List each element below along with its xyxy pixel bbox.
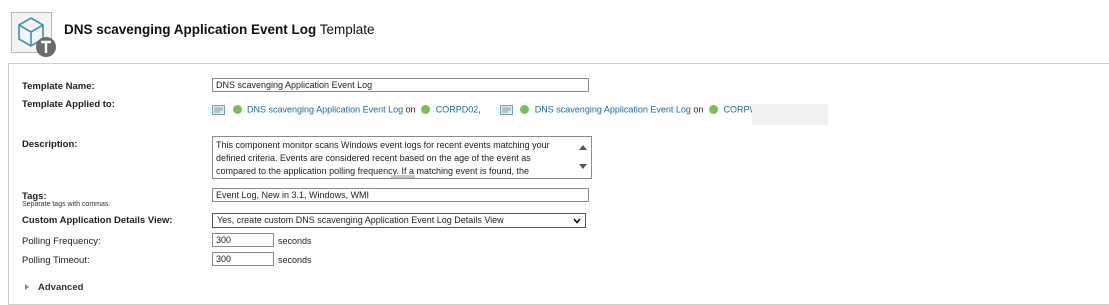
status-up-icon (520, 105, 530, 115)
scroll-up-icon[interactable] (579, 145, 587, 150)
polling-timeout-unit: seconds (278, 255, 312, 265)
page-header: DNS scavenging Application Event Log Tem… (0, 0, 1109, 60)
scroll-down-icon[interactable] (579, 164, 587, 169)
applied-app-link[interactable]: DNS scavenging Application Event Log (535, 105, 691, 115)
polling-frequency-label: Polling Frequency: (22, 236, 101, 247)
applied-on-text: on (405, 104, 416, 115)
resize-handle[interactable] (391, 175, 415, 178)
tags-input[interactable]: Event Log, New in 3.1, Windows, WMI (212, 188, 589, 202)
polling-frequency-input[interactable]: 300 (212, 233, 274, 247)
template-applied-list: DNS scavenging Application Event Log on … (212, 104, 779, 115)
details-view-value: Yes, create custom DNS scavenging Applic… (217, 215, 504, 225)
applied-separator: , (478, 104, 481, 115)
description-label: Description: (22, 139, 78, 150)
tags-hint: Separate tags with commas. (22, 201, 111, 208)
description-text: This component monitor scans Windows eve… (216, 140, 550, 176)
expand-arrow-icon (25, 284, 29, 291)
description-scrollbar[interactable] (575, 137, 591, 178)
details-view-label: Custom Application Details View: (22, 215, 173, 226)
application-icon (212, 104, 225, 115)
applied-node-link[interactable]: CORPD02 (436, 105, 479, 115)
application-icon (499, 104, 513, 115)
template-applied-label: Template Applied to: (22, 99, 115, 110)
template-icon (11, 12, 56, 57)
polling-frequency-unit: seconds (278, 236, 312, 246)
advanced-toggle[interactable]: Advanced (25, 282, 83, 293)
polling-timeout-input[interactable]: 300 (212, 252, 274, 266)
chevron-down-icon (573, 218, 581, 224)
status-up-icon (708, 105, 718, 115)
description-textarea[interactable]: This component monitor scans Windows eve… (212, 136, 592, 179)
applied-on-text: on (693, 104, 704, 115)
redacted-area (752, 104, 828, 125)
template-name-input[interactable]: DNS scavenging Application Event Log (212, 78, 589, 92)
page-title: DNS scavenging Application Event Log Tem… (64, 22, 375, 37)
details-view-select[interactable]: Yes, create custom DNS scavenging Applic… (212, 213, 586, 228)
status-up-icon (232, 105, 242, 115)
advanced-label: Advanced (38, 282, 84, 293)
status-up-icon (421, 105, 431, 115)
polling-timeout-label: Polling Timeout: (22, 255, 90, 266)
applied-app-link[interactable]: DNS scavenging Application Event Log (247, 105, 403, 115)
template-form-panel (8, 63, 1109, 305)
template-name-label: Template Name: (22, 81, 95, 92)
